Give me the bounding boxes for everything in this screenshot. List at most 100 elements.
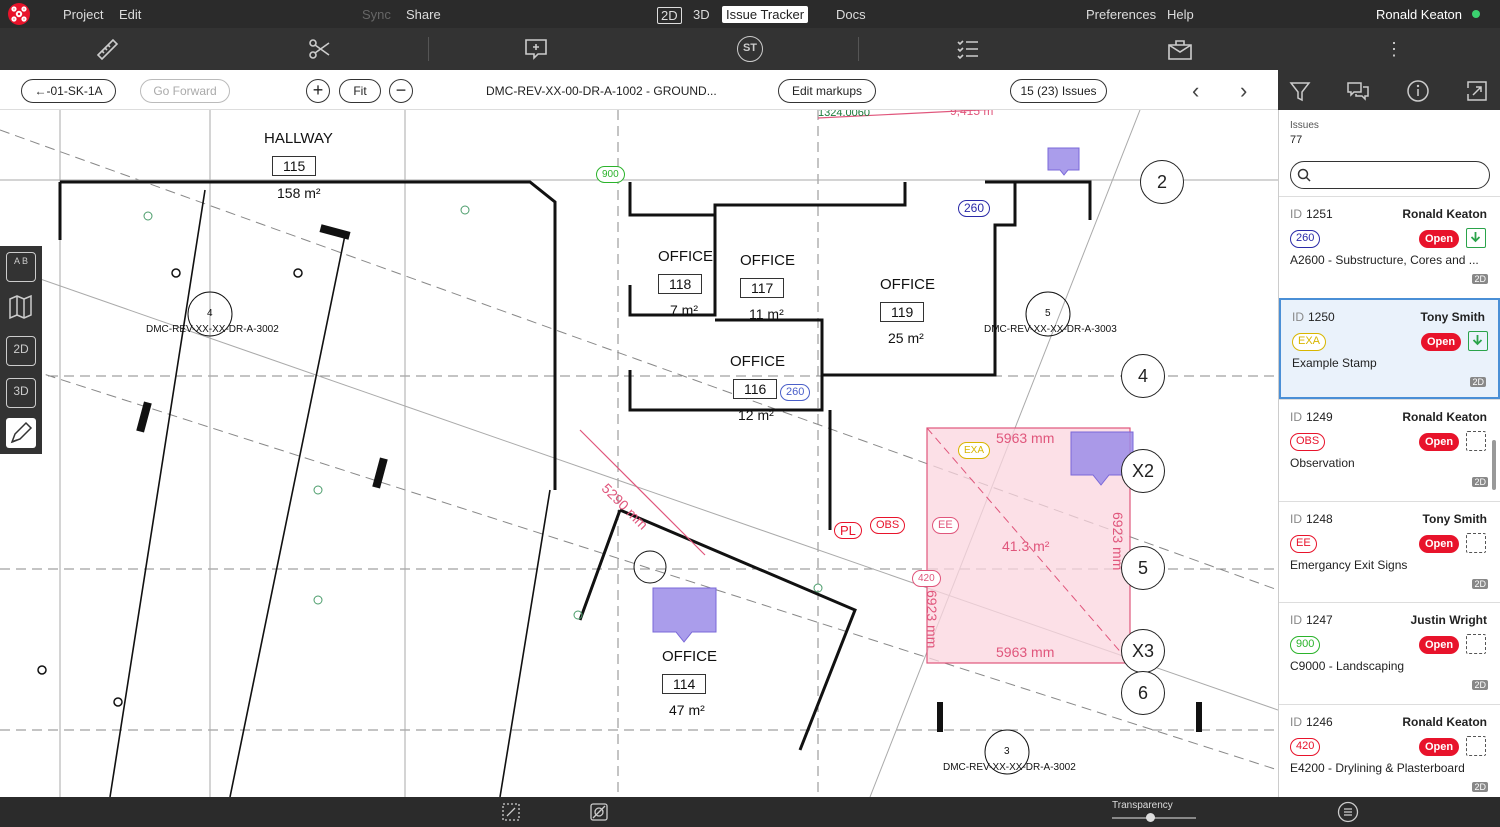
grid-bubble: X2 bbox=[1121, 449, 1165, 493]
status-badge[interactable]: Open bbox=[1419, 230, 1459, 248]
issue-description: E4200 - Drylining & Plasterboard bbox=[1290, 760, 1465, 775]
section-ref-label[interactable]: DMC-REV-XX-XX-DR-A-3002 bbox=[943, 762, 1076, 773]
issues-panel-header bbox=[1278, 70, 1500, 110]
issue-card[interactable]: ID 1249 Ronald Keaton OBS Open Observation 2D bbox=[1279, 399, 1500, 500]
room-name: OFFICE bbox=[740, 252, 795, 269]
download-pending-icon[interactable] bbox=[1466, 735, 1486, 756]
download-pending-icon[interactable] bbox=[1466, 431, 1486, 451]
issue-card[interactable]: ID 1247 Justin Wright 900 Open C9000 - Landsc… bbox=[1279, 602, 1500, 703]
room-area: 25 m² bbox=[888, 330, 924, 346]
issue-id-prefix: ID bbox=[1290, 714, 1302, 729]
menu-help[interactable]: Help bbox=[1167, 7, 1194, 22]
app-logo[interactable] bbox=[8, 3, 30, 25]
filter-icon[interactable] bbox=[1288, 79, 1312, 103]
info-icon[interactable] bbox=[1406, 79, 1430, 103]
room-area: 11 m² bbox=[749, 306, 784, 322]
download-pending-icon[interactable] bbox=[1466, 532, 1486, 553]
issue-card[interactable]: ID 1250 Tony Smith EXA Open Example Stamp 2D bbox=[1279, 297, 1500, 399]
list-view-icon[interactable] bbox=[1337, 801, 1359, 823]
edit-markups-button[interactable]: Edit markups bbox=[778, 79, 876, 103]
room-number: 116 bbox=[733, 379, 778, 399]
comment-add-icon[interactable] bbox=[523, 36, 549, 62]
issue-id-value: 1246 bbox=[1306, 714, 1333, 729]
issue-id: ID 1251 bbox=[1290, 207, 1333, 221]
status-badge[interactable]: Open bbox=[1419, 737, 1459, 756]
search-input[interactable] bbox=[1317, 166, 1481, 184]
issue-tag: OBS bbox=[1290, 433, 1326, 451]
stamp-icon[interactable]: ST bbox=[737, 36, 763, 62]
issue-card[interactable]: ID 1248 Tony Smith EE Open Emergancy Exit Sig… bbox=[1279, 500, 1500, 602]
pen-markup-icon[interactable] bbox=[6, 418, 36, 448]
download-pending-icon[interactable] bbox=[1466, 634, 1486, 654]
menu-edit[interactable]: Edit bbox=[119, 7, 141, 22]
back-button[interactable]: ←-01-SK-1A bbox=[21, 79, 116, 103]
chat-icon[interactable] bbox=[1346, 79, 1370, 103]
panel-scrollbar[interactable] bbox=[1492, 440, 1496, 490]
issue-pin-260[interactable]: 260 bbox=[958, 200, 991, 217]
issue-pin-260[interactable]: 260 bbox=[780, 384, 811, 401]
briefcase-icon[interactable] bbox=[1167, 36, 1193, 62]
status-badge[interactable]: Open bbox=[1421, 332, 1461, 351]
status-badge[interactable]: Open bbox=[1419, 433, 1459, 451]
menu-docs[interactable]: Docs bbox=[836, 7, 866, 22]
issue-card[interactable]: ID 1251 Ronald Keaton 260 Open A2600 - Substr… bbox=[1279, 196, 1500, 297]
chevron-right-icon[interactable]: › bbox=[1240, 78, 1247, 104]
checklist-icon[interactable] bbox=[955, 36, 981, 62]
chevron-left-icon[interactable]: ‹ bbox=[1192, 78, 1199, 104]
download-check-icon[interactable] bbox=[1468, 330, 1488, 351]
section-ref-label[interactable]: DMC-REV-XX-XX-DR-A-3003 bbox=[984, 324, 1117, 335]
issue-mode-badge: 2D bbox=[1472, 781, 1488, 792]
hide-markups-icon[interactable] bbox=[500, 801, 522, 823]
issue-pin-pl[interactable]: PL bbox=[834, 522, 862, 539]
drawing-title[interactable]: DMC-REV-XX-00-DR-A-1002 - GROUND... bbox=[486, 84, 717, 98]
room-name: OFFICE bbox=[662, 648, 717, 665]
room-area: 158 m² bbox=[277, 185, 321, 201]
room-name: OFFICE bbox=[880, 276, 935, 293]
room-number: 119 bbox=[880, 302, 925, 322]
issue-pin-ee[interactable]: EE bbox=[932, 517, 959, 534]
download-check-icon[interactable] bbox=[1466, 228, 1486, 248]
issue-pin-obs[interactable]: OBS bbox=[870, 517, 906, 534]
issue-pin-420[interactable]: 420 bbox=[912, 570, 941, 587]
map-pin-icon[interactable] bbox=[6, 292, 36, 322]
menu-mode-2d[interactable]: 2D bbox=[657, 7, 682, 24]
issue-card[interactable]: ID 1246 Ronald Keaton 420 Open E4200 - Drylin… bbox=[1279, 703, 1500, 797]
markup-width-label: 5963 mm bbox=[996, 644, 1055, 660]
search-icon bbox=[1297, 168, 1311, 182]
status-badge[interactable]: Open bbox=[1419, 636, 1459, 654]
room-number: 115 bbox=[272, 156, 317, 176]
ruler-icon[interactable] bbox=[94, 36, 120, 62]
menu-sync[interactable]: Sync bbox=[362, 7, 391, 22]
expand-icon[interactable] bbox=[1465, 79, 1489, 103]
menu-preferences[interactable]: Preferences bbox=[1086, 7, 1156, 22]
more-icon[interactable]: ⋮ bbox=[1381, 36, 1407, 62]
mode-3d-button[interactable]: 3D bbox=[6, 378, 36, 408]
issue-search-box[interactable] bbox=[1290, 161, 1490, 189]
menu-share[interactable]: Share bbox=[406, 7, 441, 22]
mode-2d-button[interactable]: 2D bbox=[6, 336, 36, 366]
go-forward-button[interactable]: Go Forward bbox=[140, 79, 230, 103]
text-markup-icon[interactable]: A B bbox=[6, 252, 36, 282]
transparency-slider-handle[interactable] bbox=[1145, 813, 1155, 822]
hide-issues-icon[interactable] bbox=[588, 801, 610, 823]
section-ref-number: 4 bbox=[207, 308, 213, 319]
menu-project[interactable]: Project bbox=[63, 7, 103, 22]
grid-bubble: 6 bbox=[1121, 671, 1165, 715]
issues-count-button[interactable]: 15 (23) Issues bbox=[1010, 79, 1107, 103]
fit-button[interactable]: Fit bbox=[339, 79, 381, 103]
grid-bubble: 4 bbox=[1121, 354, 1165, 398]
menu-mode-3d[interactable]: 3D bbox=[693, 7, 710, 22]
current-user[interactable]: Ronald Keaton bbox=[1376, 7, 1462, 22]
issue-pin-900[interactable]: 900 bbox=[596, 166, 625, 183]
scissors-icon[interactable] bbox=[307, 36, 333, 62]
room-number: 118 bbox=[658, 274, 703, 294]
issue-description: Observation bbox=[1290, 456, 1355, 470]
drawing-canvas[interactable]: HALLWAY 115 158 m² OFFICE 118 7 m² OFFIC… bbox=[0, 110, 1278, 797]
zoom-in-button[interactable]: + bbox=[306, 79, 330, 103]
menu-issue-tracker[interactable]: Issue Tracker bbox=[722, 6, 809, 23]
issue-description: Example Stamp bbox=[1292, 355, 1377, 370]
section-ref-label[interactable]: DMC-REV-XX-XX-DR-A-3002 bbox=[146, 324, 279, 335]
issue-pin-exa[interactable]: EXA bbox=[958, 442, 991, 459]
status-badge[interactable]: Open bbox=[1419, 534, 1459, 553]
zoom-out-button[interactable]: − bbox=[389, 79, 413, 103]
